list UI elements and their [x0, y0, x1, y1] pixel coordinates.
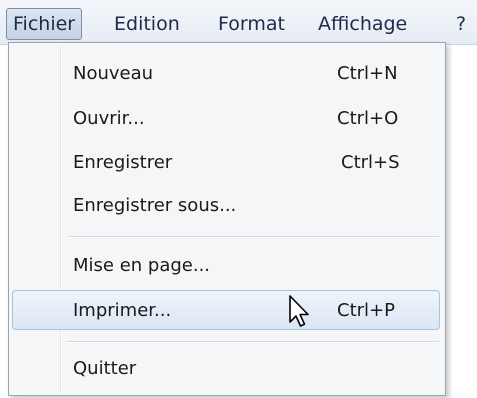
arrow-cursor-icon [289, 295, 309, 327]
menu-item-label: Enregistrer sous... [73, 195, 237, 216]
menu-item-imprimer[interactable]: Imprimer... Ctrl+P [12, 290, 440, 330]
menu-item-label: Quitter [73, 358, 137, 379]
menu-separator [67, 236, 439, 238]
menu-item-nouveau[interactable]: Nouveau Ctrl+N [12, 54, 440, 94]
menu-item-label: Enregistrer [73, 152, 173, 173]
menu-item-shortcut: Ctrl+P [337, 300, 395, 321]
menu-item-enregistrer-sous[interactable]: Enregistrer sous... [12, 186, 440, 226]
menu-item-label: Imprimer... [73, 300, 172, 321]
menu-item-shortcut: Ctrl+O [337, 108, 399, 129]
menu-item-label: Nouveau [73, 63, 154, 84]
menubar-affichage[interactable]: Affichage [318, 9, 407, 39]
menu-item-shortcut: Ctrl+N [337, 63, 398, 84]
menu-item-enregistrer[interactable]: Enregistrer Ctrl+S [12, 143, 440, 183]
menu-item-mise-en-page[interactable]: Mise en page... [12, 246, 440, 286]
menubar-help[interactable]: ? [456, 9, 466, 39]
fichier-dropdown-menu: Nouveau Ctrl+N Ouvrir... Ctrl+O Enregist… [8, 42, 446, 396]
menu-separator [67, 341, 439, 343]
menubar-edition[interactable]: Edition [114, 9, 180, 39]
menu-item-label: Mise en page... [73, 255, 211, 276]
menu-item-shortcut: Ctrl+S [341, 152, 400, 173]
menu-item-quitter[interactable]: Quitter [12, 349, 440, 389]
menubar-fichier[interactable]: Fichier [6, 8, 83, 40]
menubar-format[interactable]: Format [218, 9, 285, 39]
menu-bar: Fichier Edition Format Affichage ? [0, 0, 477, 45]
menu-item-label: Ouvrir... [73, 108, 145, 129]
menu-item-ouvrir[interactable]: Ouvrir... Ctrl+O [12, 99, 440, 139]
